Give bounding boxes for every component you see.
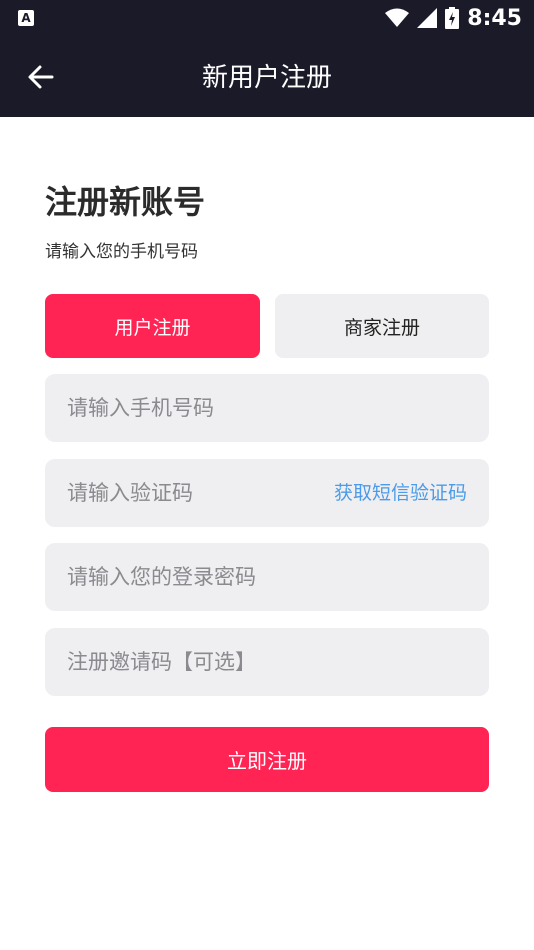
app-bar: 新用户注册 [0, 36, 534, 117]
signal-icon [417, 8, 438, 28]
form-heading: 注册新账号 [45, 183, 206, 221]
tab-merchant-register[interactable]: 商家注册 [275, 294, 489, 358]
verification-code-input[interactable] [67, 459, 307, 527]
form-subheading: 请输入您的手机号码 [45, 242, 198, 262]
clock: 8:45 [467, 5, 522, 31]
status-bar: A 8:45 [0, 0, 534, 36]
tab-label: 商家注册 [343, 316, 420, 339]
phone-input[interactable] [67, 374, 467, 442]
tab-user-register[interactable]: 用户注册 [45, 294, 260, 358]
register-button[interactable]: 立即注册 [45, 727, 489, 792]
register-button-label: 立即注册 [227, 749, 307, 773]
get-sms-code-button[interactable]: 获取短信验证码 [334, 459, 467, 527]
password-input[interactable] [67, 543, 467, 611]
battery-charging-icon [445, 7, 460, 29]
wifi-icon [385, 8, 410, 27]
invite-code-field [45, 628, 489, 696]
tab-label: 用户注册 [114, 316, 191, 339]
code-field: 获取短信验证码 [45, 459, 489, 527]
app-notification-icon: A [18, 10, 34, 26]
system-icons: 8:45 [385, 4, 522, 32]
phone-field [45, 374, 489, 442]
invite-code-input[interactable] [67, 628, 467, 696]
page-title: 新用户注册 [201, 63, 332, 93]
password-field [45, 543, 489, 611]
